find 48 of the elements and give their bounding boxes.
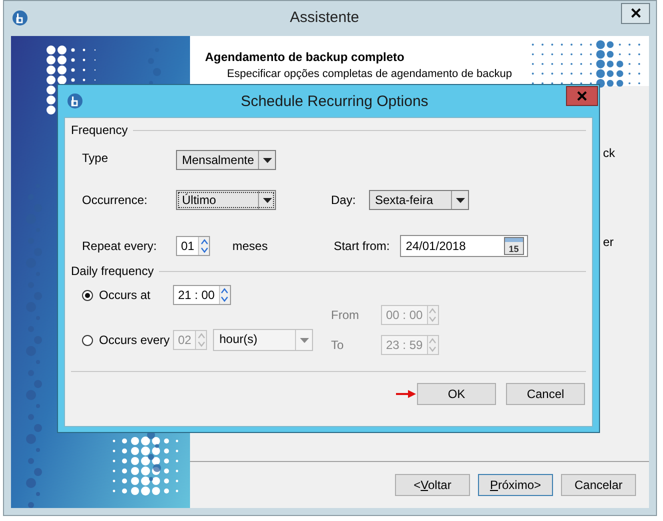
spin-arrows-icon [221,287,228,303]
dialog-button[interactable]: Cancel [506,383,585,405]
dropdown[interactable]: hour(s) [213,329,314,351]
field-label: To [331,338,345,352]
field-label: From [331,308,360,322]
field-label: meses [232,239,268,253]
close-button[interactable] [621,2,650,24]
spin-arrows-icon [429,337,436,353]
group-heading: Frequency [71,123,128,137]
dropdown[interactable]: Mensalmente [176,150,276,170]
dropdown[interactable]: Sexta-feira [369,190,469,210]
close-icon [577,91,587,101]
caret-icon [262,158,272,162]
time-spinner[interactable]: 21 : 00 [173,285,231,305]
calendar-button[interactable]: 15 [504,237,524,255]
wizard-button[interactable]: Cancelar [561,474,636,496]
field-label: Type [81,150,110,164]
spin-arrows-icon [429,307,436,323]
wizard-button[interactable]: Próximo> [478,474,553,496]
page-subtitle: Especificar opções completas de agendamento de backup [227,68,512,80]
number-spinner[interactable]: 01 [176,236,210,256]
app-icon [67,93,83,109]
window-title: Assistente [288,9,360,26]
close-icon [630,8,640,18]
radio-button[interactable] [82,290,93,300]
field-label: Repeat every: [81,239,158,253]
field-label: Day: [331,193,357,207]
dropdown[interactable]: Último [176,190,276,210]
partial-label: ck [602,146,616,160]
date-field[interactable]: 24/01/2018 15 [400,235,528,257]
wizard-button[interactable]: <Voltar [395,474,470,496]
caret-icon [262,198,272,202]
page-heading: Agendamento de backup completo [205,50,406,64]
spin-arrows-icon [198,332,205,348]
app-icon [12,10,28,26]
partial-label: er [602,235,615,249]
field-label: Occurrence: [81,193,148,207]
dialog-title: Schedule Recurring Options [240,92,430,110]
caret-icon [456,198,464,202]
radio-option[interactable]: Occurs at [71,288,173,302]
spin-arrows-icon [200,238,208,254]
field-label: Start from: [334,239,391,253]
dialog-button[interactable]: OK [417,383,496,405]
arrow-icon [396,390,416,398]
radio-button[interactable] [82,334,93,346]
caret-icon [300,338,309,342]
group-heading: Daily frequency [71,264,154,278]
radio-option[interactable]: Occurs every [71,333,173,347]
